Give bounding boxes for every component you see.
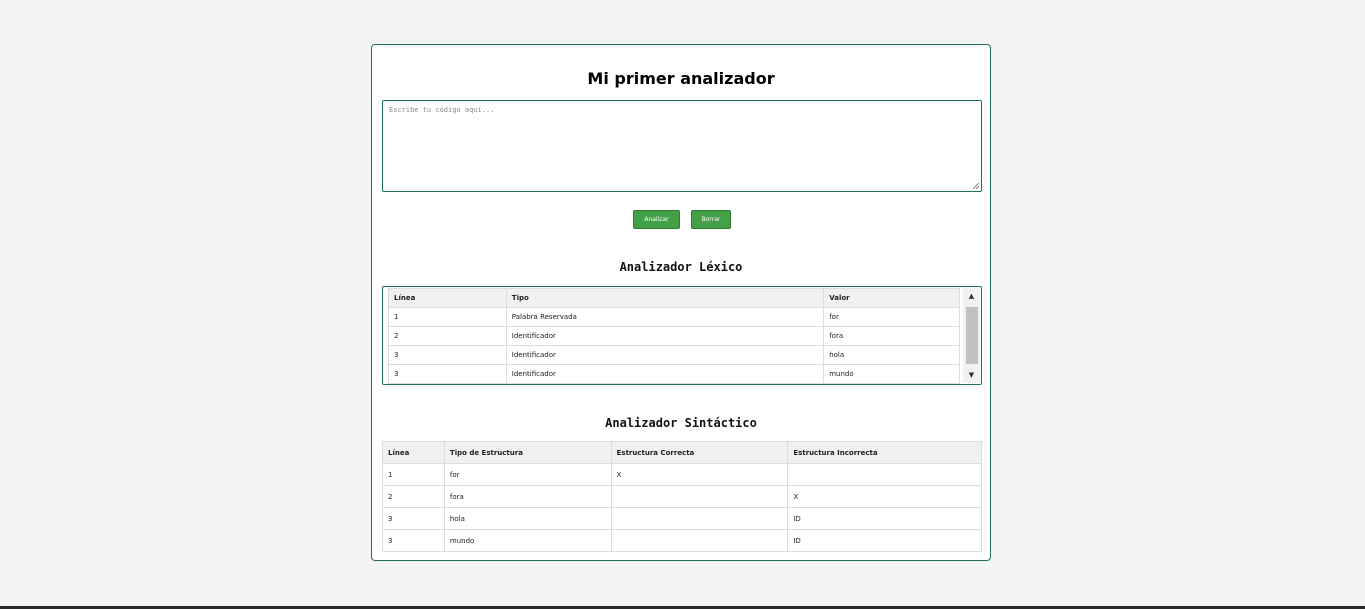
lexical-header-row: Línea Tipo Valor (388, 288, 960, 308)
lexical-table: Línea Tipo Valor 1 Palabra Reservada for… (388, 288, 960, 384)
syntactic-cell-incorrect: X (787, 485, 982, 508)
table-row: 2 fora X (382, 485, 982, 508)
table-row: 1 Palabra Reservada for (388, 307, 960, 327)
syntactic-cell-line: 3 (382, 507, 445, 530)
syntactic-cell-incorrect: ID (787, 529, 982, 552)
syntactic-cell-correct (610, 507, 789, 530)
resize-grip-icon[interactable] (972, 182, 980, 190)
syntactic-header-structure-type: Tipo de Estructura (443, 441, 612, 464)
scrollbar-thumb[interactable] (966, 307, 978, 364)
lexical-cell-type: Identificador (505, 364, 825, 384)
lexical-cell-value: for (823, 307, 960, 327)
syntactic-cell-correct (610, 485, 789, 508)
lexical-header-line: Línea (388, 288, 507, 308)
table-row: 3 Identificador hola (388, 345, 960, 365)
syntactic-cell-incorrect (787, 463, 982, 486)
syntactic-cell-structure-type: fora (443, 485, 612, 508)
lexical-cell-type: Identificador (505, 326, 825, 346)
syntactic-header-row: Línea Tipo de Estructura Estructura Corr… (382, 441, 982, 464)
scroll-down-arrow-icon[interactable]: ▼ (963, 367, 980, 383)
lexical-cell-line: 2 (388, 326, 507, 346)
syntactic-header-correct: Estructura Correcta (610, 441, 789, 464)
syntactic-cell-line: 1 (382, 463, 445, 486)
syntactic-header-line: Línea (382, 441, 445, 464)
clear-button[interactable]: Borrar (691, 210, 731, 229)
syntactic-cell-correct: X (610, 463, 789, 486)
table-row: 3 Identificador mundo (388, 364, 960, 384)
lexical-cell-line: 3 (388, 345, 507, 365)
table-row: 3 mundo ID (382, 529, 982, 552)
table-row: 1 for X (382, 463, 982, 486)
lexical-table-container[interactable]: Línea Tipo Valor 1 Palabra Reservada for… (382, 286, 982, 385)
syntactic-cell-line: 2 (382, 485, 445, 508)
page-title: Mi primer analizador (587, 69, 775, 88)
lexical-cell-value: mundo (823, 364, 960, 384)
analyzer-card: Mi primer analizador Analizar Borrar Ana… (371, 44, 991, 561)
lexical-header-type: Tipo (505, 288, 825, 308)
syntactic-section-title: Analizador Sintáctico (605, 416, 757, 430)
syntactic-cell-line: 3 (382, 529, 445, 552)
lexical-cell-value: hola (823, 345, 960, 365)
lexical-section-title: Analizador Léxico (619, 260, 743, 274)
scroll-up-arrow-icon[interactable]: ▲ (963, 288, 980, 304)
lexical-cell-line: 1 (388, 307, 507, 327)
lexical-cell-type: Palabra Reservada (505, 307, 825, 327)
syntactic-cell-structure-type: hola (443, 507, 612, 530)
lexical-cell-type: Identificador (505, 345, 825, 365)
analyze-button[interactable]: Analizar (633, 210, 680, 229)
code-input[interactable] (382, 100, 982, 192)
syntactic-cell-incorrect: ID (787, 507, 982, 530)
syntactic-cell-correct (610, 529, 789, 552)
syntactic-header-incorrect: Estructura Incorrecta (787, 441, 982, 464)
lexical-header-value: Valor (823, 288, 960, 308)
table-row: 3 hola ID (382, 507, 982, 530)
syntactic-cell-structure-type: mundo (443, 529, 612, 552)
lexical-cell-value: fora (823, 326, 960, 346)
syntactic-cell-structure-type: for (443, 463, 612, 486)
lexical-cell-line: 3 (388, 364, 507, 384)
lexical-scrollbar[interactable]: ▲ ▼ (963, 288, 980, 383)
syntactic-table: Línea Tipo de Estructura Estructura Corr… (382, 441, 982, 552)
table-row: 2 Identificador fora (388, 326, 960, 346)
